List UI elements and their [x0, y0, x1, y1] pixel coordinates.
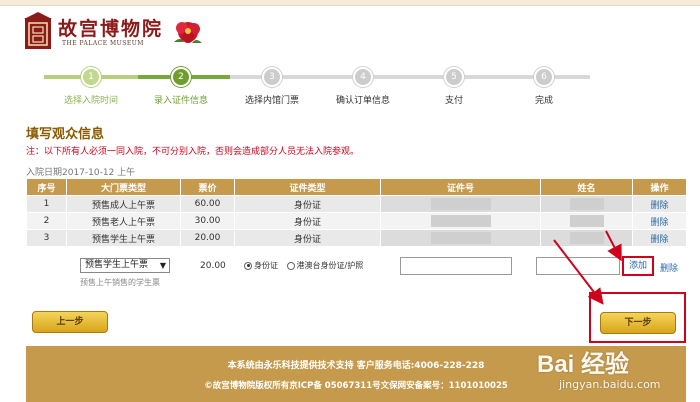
step-label: 确认订单信息	[335, 96, 390, 106]
visitor-table: 序号 大门票类型 票价 证件类型 证件号 姓名 操作 1 预售成人上午票 60.…	[26, 178, 687, 247]
add-row-delete-link[interactable]: 删除	[660, 261, 678, 274]
notice-text: 注：以下所有人必须一同入院，不可分别入院，否则会造成部分人员无法入院参观。	[26, 147, 360, 157]
step-6: 6 完成	[494, 67, 594, 106]
palace-emblem-icon	[24, 12, 52, 49]
palace-museum-logo[interactable]: 故宫博物院 THE PALACE MUSEUM	[24, 12, 204, 52]
step-label: 录入证件信息	[153, 96, 208, 106]
step-number: 6	[534, 67, 554, 87]
row-name-redacted	[540, 229, 633, 247]
row-id-type: 身份证	[234, 229, 381, 247]
row-price: 60.00	[180, 195, 235, 213]
col-action-header: 操作	[632, 178, 687, 196]
row-id-number-redacted	[380, 195, 541, 213]
baidu-jingyan-watermark: Bai 经验 jingyan.baidu.com	[537, 344, 700, 402]
page-title: 填写观众信息	[26, 127, 105, 142]
next-step-button[interactable]: 下一步	[600, 312, 676, 334]
delete-link[interactable]: 删除	[650, 218, 668, 228]
visit-date: 入院日期2017-10-12 上午	[26, 168, 136, 178]
row-ticket-type: 预售成人上午票	[66, 195, 181, 213]
row-name-redacted	[540, 212, 633, 230]
redacted-block	[569, 198, 604, 210]
peony-flower-icon	[174, 22, 202, 43]
add-visitor-row: 预售学生上午票 ▼ 预售上午销售的学生票 20.00 身份证 港澳台身份证/护照…	[26, 253, 686, 293]
step-number: 2	[171, 67, 191, 87]
redacted-block	[569, 215, 604, 227]
step-4: 4 确认订单信息	[313, 67, 413, 106]
hk-macau-radio-label: 港澳台身份证/护照	[296, 261, 364, 270]
col-name-header: 姓名	[540, 178, 633, 196]
table-header-row: 序号 大门票类型 票价 证件类型 证件号 姓名 操作	[26, 178, 687, 196]
id-card-radio[interactable]	[244, 261, 252, 270]
redacted-block	[430, 215, 491, 227]
site-header: 故宫博物院 THE PALACE MUSEUM	[0, 6, 700, 54]
table-row: 1 预售成人上午票 60.00 身份证 删除	[26, 195, 687, 213]
col-id-number-header: 证件号	[380, 178, 541, 196]
row-action: 删除	[632, 229, 687, 247]
step-number: 4	[353, 67, 373, 87]
row-index: 2	[26, 212, 67, 230]
ticket-hint: 预售上午销售的学生票	[80, 278, 160, 287]
step-2: 2 录入证件信息	[131, 67, 231, 106]
step-number: 3	[262, 67, 282, 87]
row-ticket-type: 预售学生上午票	[66, 229, 181, 247]
watermark-url: jingyan.baidu.com	[559, 378, 661, 391]
col-index-header: 序号	[26, 178, 67, 196]
progress-steps: 1 选择入院时间 2 录入证件信息 3 选择内馆门票 4 确认订单信息 5 支付…	[44, 64, 600, 108]
logo-title: 故宫博物院	[58, 18, 164, 40]
row-index: 1	[26, 195, 67, 213]
add-row-price: 20.00	[200, 261, 226, 271]
step-1: 1 选择入院时间	[41, 67, 141, 106]
table-row: 2 预售老人上午票 30.00 身份证 删除	[26, 212, 687, 230]
col-price-header: 票价	[180, 178, 235, 196]
row-id-type: 身份证	[234, 195, 381, 213]
row-name-redacted	[540, 195, 633, 213]
add-visitor-link[interactable]: 添加	[622, 256, 654, 276]
id-number-input[interactable]	[400, 257, 512, 275]
step-label: 支付	[444, 96, 463, 106]
redacted-block	[430, 198, 491, 210]
id-card-radio-label: 身份证	[254, 261, 278, 270]
redacted-block	[430, 232, 491, 244]
step-5: 5 支付	[404, 67, 504, 106]
redacted-block	[569, 232, 604, 244]
row-ticket-type: 预售老人上午票	[66, 212, 181, 230]
row-id-number-redacted	[380, 212, 541, 230]
delete-link[interactable]: 删除	[650, 201, 668, 211]
row-price: 20.00	[180, 229, 235, 247]
ticket-type-select[interactable]: 预售学生上午票 ▼	[80, 258, 170, 273]
logo-subtitle: THE PALACE MUSEUM	[62, 40, 144, 47]
step-number: 5	[444, 67, 464, 87]
delete-link[interactable]: 删除	[650, 235, 668, 245]
ticket-type-selected: 预售学生上午票	[85, 260, 149, 270]
id-type-radio-group: 身份证 港澳台身份证/护照	[244, 260, 369, 271]
step-label: 完成	[534, 96, 553, 106]
prev-step-button[interactable]: 上一步	[32, 311, 108, 333]
step-label: 选择内馆门票	[244, 96, 299, 106]
row-price: 30.00	[180, 212, 235, 230]
step-number: 1	[81, 67, 101, 87]
row-index: 3	[26, 229, 67, 247]
row-id-number-redacted	[380, 229, 541, 247]
watermark-logo: Bai 经验	[537, 351, 630, 378]
row-action: 删除	[632, 195, 687, 213]
hk-macau-radio[interactable]	[286, 261, 295, 270]
row-action: 删除	[632, 212, 687, 230]
col-ticket-type-header: 大门票类型	[66, 178, 181, 196]
row-id-type: 身份证	[234, 212, 381, 230]
name-input[interactable]	[536, 257, 620, 275]
step-label: 选择入院时间	[63, 96, 118, 106]
col-id-type-header: 证件类型	[234, 178, 381, 196]
chevron-down-icon: ▼	[159, 261, 166, 270]
table-row: 3 预售学生上午票 20.00 身份证 删除	[26, 229, 687, 247]
step-3: 3 选择内馆门票	[222, 67, 322, 106]
